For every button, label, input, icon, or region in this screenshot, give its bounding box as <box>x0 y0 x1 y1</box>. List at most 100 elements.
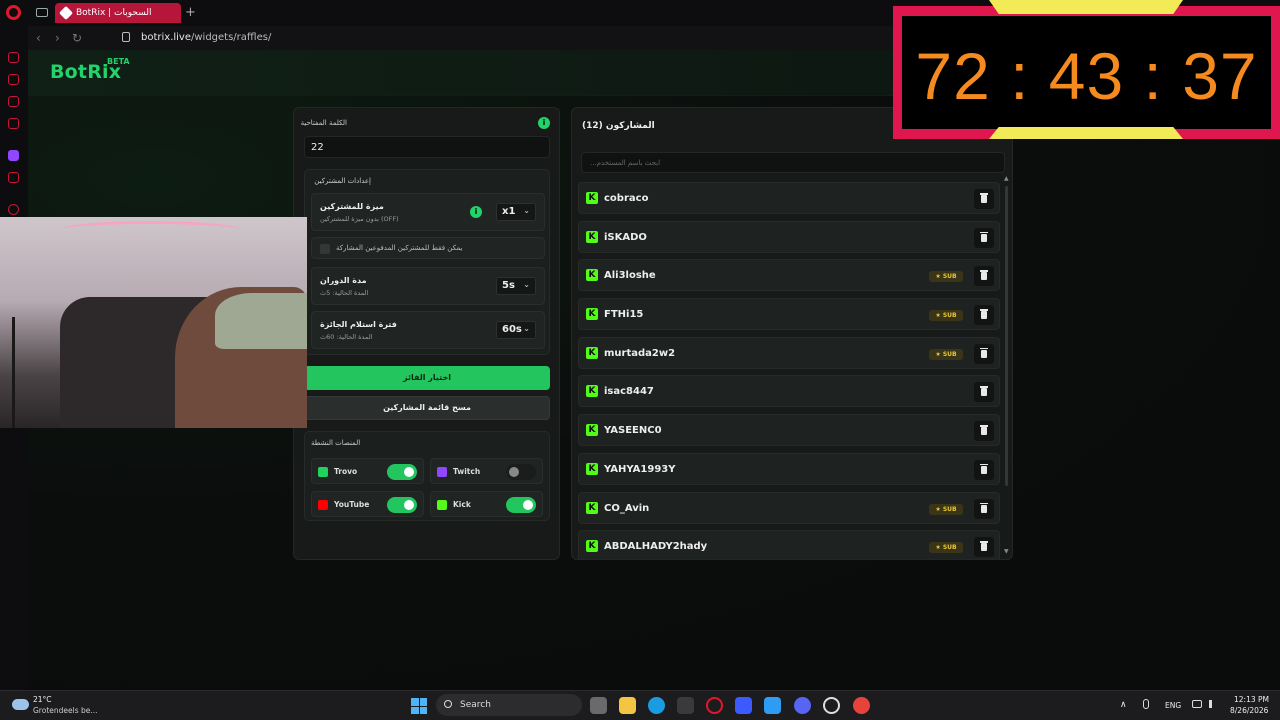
weather-cloud-icon[interactable] <box>12 699 29 710</box>
platform-kick-toggle[interactable] <box>506 497 536 513</box>
participants-panel: المشاركون (12) ...ابحث باسم المستخدم ▲ ▼… <box>571 107 1013 560</box>
delete-icon[interactable] <box>974 459 994 480</box>
platform-youtube: YouTube <box>311 491 424 517</box>
paid-only-checkbox[interactable] <box>320 244 330 254</box>
spin-duration-row: مدة الدوران المدة الحالية: 5ث 5s ⌄ <box>311 267 545 305</box>
keyword-info-icon[interactable]: i <box>538 117 550 129</box>
scroll-down-icon[interactable]: ▼ <box>1004 548 1009 555</box>
delete-icon[interactable] <box>974 537 994 558</box>
network-icon[interactable] <box>1192 700 1202 708</box>
twitch-icon <box>437 467 447 477</box>
subscriber-settings-group: إعدادات المشتركين ميزة للمشتركين بدون مي… <box>304 169 550 355</box>
chevron-down-icon: ⌄ <box>523 324 530 333</box>
botrix-favicon-icon <box>58 5 74 21</box>
clear-participants-button[interactable]: مسح قائمة المشاركين <box>304 396 550 420</box>
participant-name: YAHYA1993Y <box>604 463 676 475</box>
sidebar-percent-icon[interactable] <box>8 172 19 183</box>
delete-icon[interactable] <box>974 382 994 403</box>
subscriber-bonus-info-icon[interactable]: i <box>470 206 482 218</box>
delete-icon[interactable] <box>974 343 994 364</box>
forward-icon[interactable]: › <box>55 31 60 45</box>
task-view-icon[interactable] <box>590 697 607 714</box>
platform-twitch-label: Twitch <box>453 467 481 476</box>
new-tab-button[interactable]: + <box>185 5 196 20</box>
windows-start-icon[interactable] <box>411 698 427 714</box>
weather-temperature[interactable]: 21°C <box>33 695 52 704</box>
sub-badge: ★ SUB <box>929 542 963 554</box>
language-indicator[interactable]: ENG <box>1165 701 1181 710</box>
platform-twitch-toggle[interactable] <box>506 464 536 480</box>
scroll-up-icon[interactable]: ▲ <box>1004 175 1009 182</box>
taskbar: 21°C Grotendeels be... Search ∧ ENG 12:1… <box>0 690 1280 720</box>
store-icon[interactable] <box>677 697 694 714</box>
participant-name: Ali3loshe <box>604 270 656 282</box>
subscriber-bonus-row: ميزة للمشتركين بدون ميزة للمشتركين (OFF)… <box>311 193 545 231</box>
active-platforms-title: المنصات النشطة <box>311 439 361 447</box>
participant-row: K Ali3loshe ★ SUB <box>578 259 1000 292</box>
kick-icon: K <box>586 462 598 475</box>
browser-tab-botrix[interactable]: BotRix | السحوبات <box>55 3 181 23</box>
edge-icon[interactable] <box>648 697 665 714</box>
delete-icon[interactable] <box>974 305 994 326</box>
volume-icon[interactable] <box>1209 700 1218 708</box>
tab-title: BotRix | السحوبات <box>76 8 152 18</box>
sub-badge: ★ SUB <box>929 271 963 283</box>
timer-decor-bottom <box>989 127 1183 139</box>
stream-app-icon[interactable] <box>735 697 752 714</box>
sidebar-history-icon[interactable] <box>8 204 19 215</box>
participant-name: YASEENC0 <box>604 425 662 437</box>
lock-icon <box>122 32 130 42</box>
opera-logo-icon[interactable] <box>6 5 21 20</box>
delete-icon[interactable] <box>974 227 994 248</box>
microphone-icon[interactable] <box>1143 699 1149 709</box>
sidebar-instagram-icon[interactable] <box>8 96 19 107</box>
spin-duration-select[interactable]: 5s ⌄ <box>496 277 536 295</box>
subscriber-bonus-title: ميزة للمشتركين <box>320 202 384 211</box>
participant-row: KiSKADO <box>578 220 1000 253</box>
tray-overflow-icon[interactable]: ∧ <box>1120 700 1127 710</box>
taskbar-search[interactable]: Search <box>436 694 582 716</box>
sidebar-notes-icon[interactable] <box>8 118 19 129</box>
reload-icon[interactable]: ↻ <box>72 31 82 45</box>
app-grid-icon[interactable] <box>764 697 781 714</box>
subscriber-bonus-select[interactable]: x1 ⌄ <box>496 203 536 221</box>
platform-youtube-toggle[interactable] <box>387 497 417 513</box>
participant-row: K YASEENC0 <box>578 414 1000 447</box>
keyword-input[interactable]: 22 <box>304 136 550 158</box>
tab-islands-icon[interactable] <box>36 8 48 17</box>
delete-icon[interactable] <box>974 421 994 442</box>
sidebar-messenger-icon[interactable] <box>8 74 19 85</box>
clock-date[interactable]: 8/26/2026 <box>1230 706 1268 715</box>
trovo-icon <box>318 467 328 477</box>
platform-youtube-label: YouTube <box>334 500 370 509</box>
chrome-icon[interactable] <box>853 697 870 714</box>
file-explorer-icon[interactable] <box>619 697 636 714</box>
clock-time[interactable]: 12:13 PM <box>1234 695 1269 704</box>
steam-icon[interactable] <box>823 697 840 714</box>
discord-icon[interactable] <box>794 697 811 714</box>
claim-period-select[interactable]: 60s ⌄ <box>496 321 536 339</box>
url-path: /widgets/raffles/ <box>191 32 272 43</box>
delete-icon[interactable] <box>974 266 994 287</box>
platform-kick-label: Kick <box>453 500 471 509</box>
pick-winner-button[interactable]: اختيار الفائز <box>304 366 550 390</box>
sidebar-aria-icon[interactable] <box>8 52 19 63</box>
opera-gx-icon[interactable] <box>706 697 723 714</box>
tripod <box>12 317 15 428</box>
weather-description[interactable]: Grotendeels be... <box>33 706 98 715</box>
claim-period-value: 60s <box>502 324 522 335</box>
delete-icon[interactable] <box>974 498 994 519</box>
url-field[interactable]: botrix.live/widgets/raffles/ <box>141 32 271 43</box>
platform-trovo-toggle[interactable] <box>387 464 417 480</box>
kick-icon: K <box>586 230 598 243</box>
spin-duration-desc: المدة الحالية: 5ث <box>320 289 369 297</box>
sidebar-twitch-icon[interactable] <box>8 150 19 161</box>
platform-twitch: Twitch <box>430 458 543 484</box>
timer-decor-top <box>989 0 1183 14</box>
participants-scrollbar[interactable] <box>1005 186 1008 486</box>
participant-name: iSKADO <box>604 231 647 243</box>
delete-icon[interactable] <box>974 189 994 209</box>
participant-search-input[interactable]: ...ابحث باسم المستخدم <box>581 152 1005 173</box>
back-icon[interactable]: ‹ <box>36 31 41 45</box>
kick-icon: K <box>586 308 598 321</box>
